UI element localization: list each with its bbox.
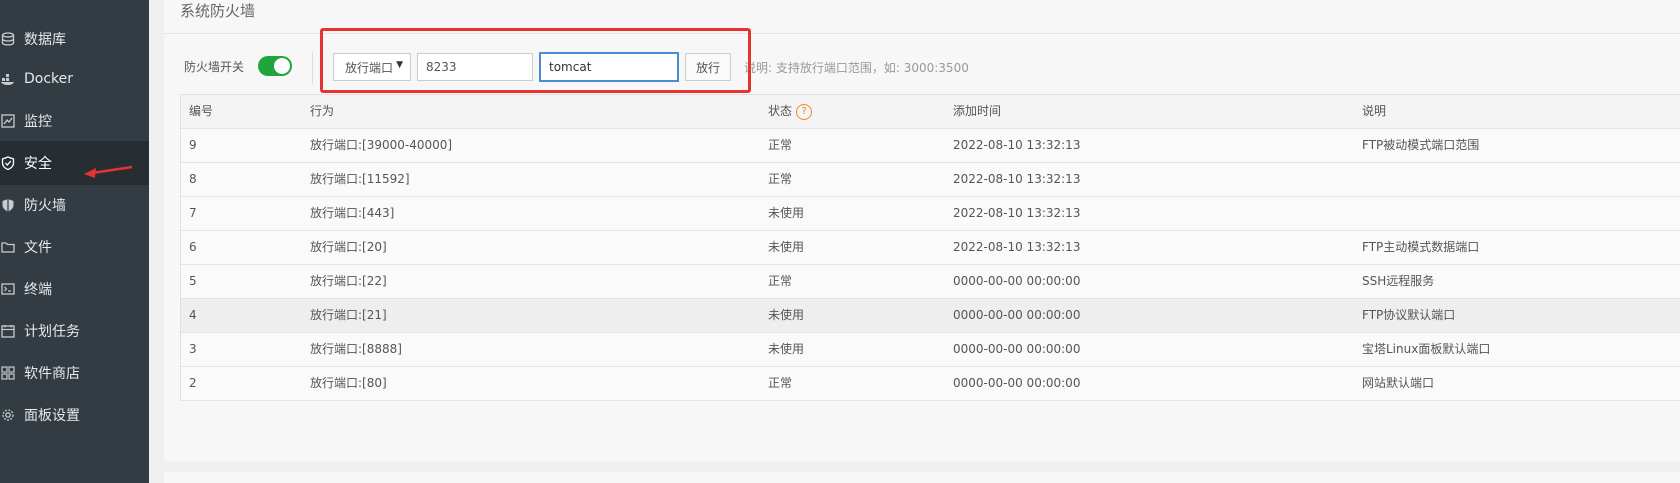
table-row[interactable]: 3 放行端口:[8888] 未使用 0000-00-00 00:00:00 宝塔Linu… (181, 333, 1680, 367)
cell-status: 未使用 (768, 342, 805, 356)
header-note[interactable]: 说明 (1362, 95, 1386, 128)
cell-action: 放行端口:[20] (310, 240, 387, 254)
firewall-toggle[interactable] (258, 56, 292, 76)
cell-time: 0000-00-00 00:00:00 (953, 376, 1081, 390)
sidebar-item-label: 软件商店 (24, 366, 80, 382)
cell-id: 9 (189, 138, 197, 152)
table-row[interactable]: 6 放行端口:[20] 未使用 2022-08-10 13:32:13 FTP主动模式数… (181, 231, 1680, 265)
cell-note: FTP被动模式端口范围 (1362, 138, 1480, 152)
sidebar-item-label: 面板设置 (24, 408, 80, 424)
cell-id: 8 (189, 172, 197, 186)
sidebar-item-docker[interactable]: Docker (0, 57, 149, 101)
cell-status: 未使用 (768, 206, 805, 220)
toolbar-divider (312, 52, 313, 84)
cell-action: 放行端口:[11592] (310, 172, 410, 186)
table-row[interactable]: 5 放行端口:[22] 正常 0000-00-00 00:00:00 SSH远程服务 (181, 265, 1680, 299)
sidebar-item-label: 安全 (24, 156, 52, 172)
table-row[interactable]: 9 放行端口:[39000-40000] 正常 2022-08-10 13:32:13… (181, 129, 1680, 163)
cell-status: 未使用 (768, 308, 805, 322)
help-icon[interactable]: ? (796, 103, 813, 120)
cell-note: 网站默认端口 (1362, 376, 1435, 390)
header-action[interactable]: 行为 (310, 95, 334, 128)
firewall-icon (0, 197, 16, 213)
cell-time: 0000-00-00 00:00:00 (953, 342, 1081, 356)
cell-action: 放行端口:[8888] (310, 342, 402, 356)
header-time[interactable]: 添加时间 (953, 95, 1001, 128)
firewall-switch-label: 防火墙开关 (184, 60, 245, 74)
table-row[interactable]: 4 放行端口:[21] 未使用 0000-00-00 00:00:00 FTP协议默认端… (181, 299, 1680, 333)
folder-icon (0, 239, 16, 255)
docker-icon (0, 71, 16, 87)
cell-id: 2 (189, 376, 197, 390)
terminal-icon (0, 281, 16, 297)
sidebar-item-label: 监控 (24, 114, 52, 130)
header-status[interactable]: 状态? (768, 95, 813, 128)
apps-icon (0, 365, 16, 381)
sidebar-item-label: 数据库 (24, 32, 66, 48)
cell-action: 放行端口:[22] (310, 274, 387, 288)
sidebar-item-monitor[interactable]: 监控 (0, 99, 149, 143)
cell-note: SSH远程服务 (1362, 274, 1435, 288)
cell-action: 放行端口:[39000-40000] (310, 138, 453, 152)
sidebar-item-label: 计划任务 (24, 324, 80, 340)
sidebar-item-label: 终端 (24, 282, 52, 298)
cell-status: 正常 (768, 274, 793, 288)
cell-status: 正常 (768, 376, 793, 390)
sidebar-item-firewall[interactable]: 防火墙 (0, 183, 149, 227)
database-icon (0, 31, 16, 47)
cell-id: 4 (189, 308, 197, 322)
cell-note: FTP协议默认端口 (1362, 308, 1456, 322)
page-title: 系统防火墙 (180, 2, 256, 20)
shield-icon (0, 155, 16, 171)
cell-time: 0000-00-00 00:00:00 (953, 308, 1081, 322)
toggle-knob (274, 58, 290, 74)
cell-time: 2022-08-10 13:32:13 (953, 138, 1081, 152)
sidebar-item-cron[interactable]: 计划任务 (0, 309, 149, 353)
monitor-icon (0, 113, 16, 129)
cell-id: 5 (189, 274, 197, 288)
cell-action: 放行端口:[21] (310, 308, 387, 322)
cell-action: 放行端口:[443] (310, 206, 395, 220)
sidebar-item-files[interactable]: 文件 (0, 225, 149, 269)
cell-id: 3 (189, 342, 197, 356)
sidebar-item-settings[interactable]: 面板设置 (0, 393, 149, 437)
cell-status: 正常 (768, 138, 793, 152)
bottom-panel-edge (164, 472, 1680, 483)
annotation-highlight-box (320, 28, 751, 93)
port-range-hint: 说明: 支持放行端口范围，如: 3000:3500 (744, 61, 969, 75)
sidebar-item-terminal[interactable]: 终端 (0, 267, 149, 311)
table-row[interactable]: 2 放行端口:[80] 正常 0000-00-00 00:00:00 网站默认端口 (181, 367, 1680, 401)
sidebar-item-label: 文件 (24, 240, 52, 256)
calendar-icon (0, 323, 16, 339)
sidebar-item-store[interactable]: 软件商店 (0, 351, 149, 395)
header-status-label: 状态 (768, 104, 793, 118)
table-row[interactable]: 8 放行端口:[11592] 正常 2022-08-10 13:32:13 (181, 163, 1680, 197)
header-id[interactable]: 编号 (189, 95, 213, 128)
table-row[interactable]: 7 放行端口:[443] 未使用 2022-08-10 13:32:13 (181, 197, 1680, 231)
cell-note: 宝塔Linux面板默认端口 (1362, 342, 1491, 356)
cell-status: 正常 (768, 172, 793, 186)
cell-time: 0000-00-00 00:00:00 (953, 274, 1081, 288)
cell-time: 2022-08-10 13:32:13 (953, 172, 1081, 186)
cell-time: 2022-08-10 13:32:13 (953, 206, 1081, 220)
table-header: 编号 行为 状态? 添加时间 说明 (181, 95, 1680, 129)
gear-icon (0, 407, 16, 423)
sidebar-item-label: Docker (24, 71, 74, 87)
sidebar-item-database[interactable]: 数据库 (0, 17, 149, 61)
cell-status: 未使用 (768, 240, 805, 254)
cell-action: 放行端口:[80] (310, 376, 387, 390)
firewall-rules-table: 编号 行为 状态? 添加时间 说明 9 放行端口:[39000-40000] 正常 2… (180, 94, 1680, 401)
cell-id: 7 (189, 206, 197, 220)
cell-time: 2022-08-10 13:32:13 (953, 240, 1081, 254)
annotation-arrow-icon (84, 165, 133, 178)
cell-note: FTP主动模式数据端口 (1362, 240, 1480, 254)
cell-id: 6 (189, 240, 197, 254)
sidebar-item-label: 防火墙 (24, 198, 66, 214)
sidebar: 数据库 Docker 监控 安全 防火墙 文件 终端 计划任务 软件商店 面板设… (0, 0, 149, 483)
